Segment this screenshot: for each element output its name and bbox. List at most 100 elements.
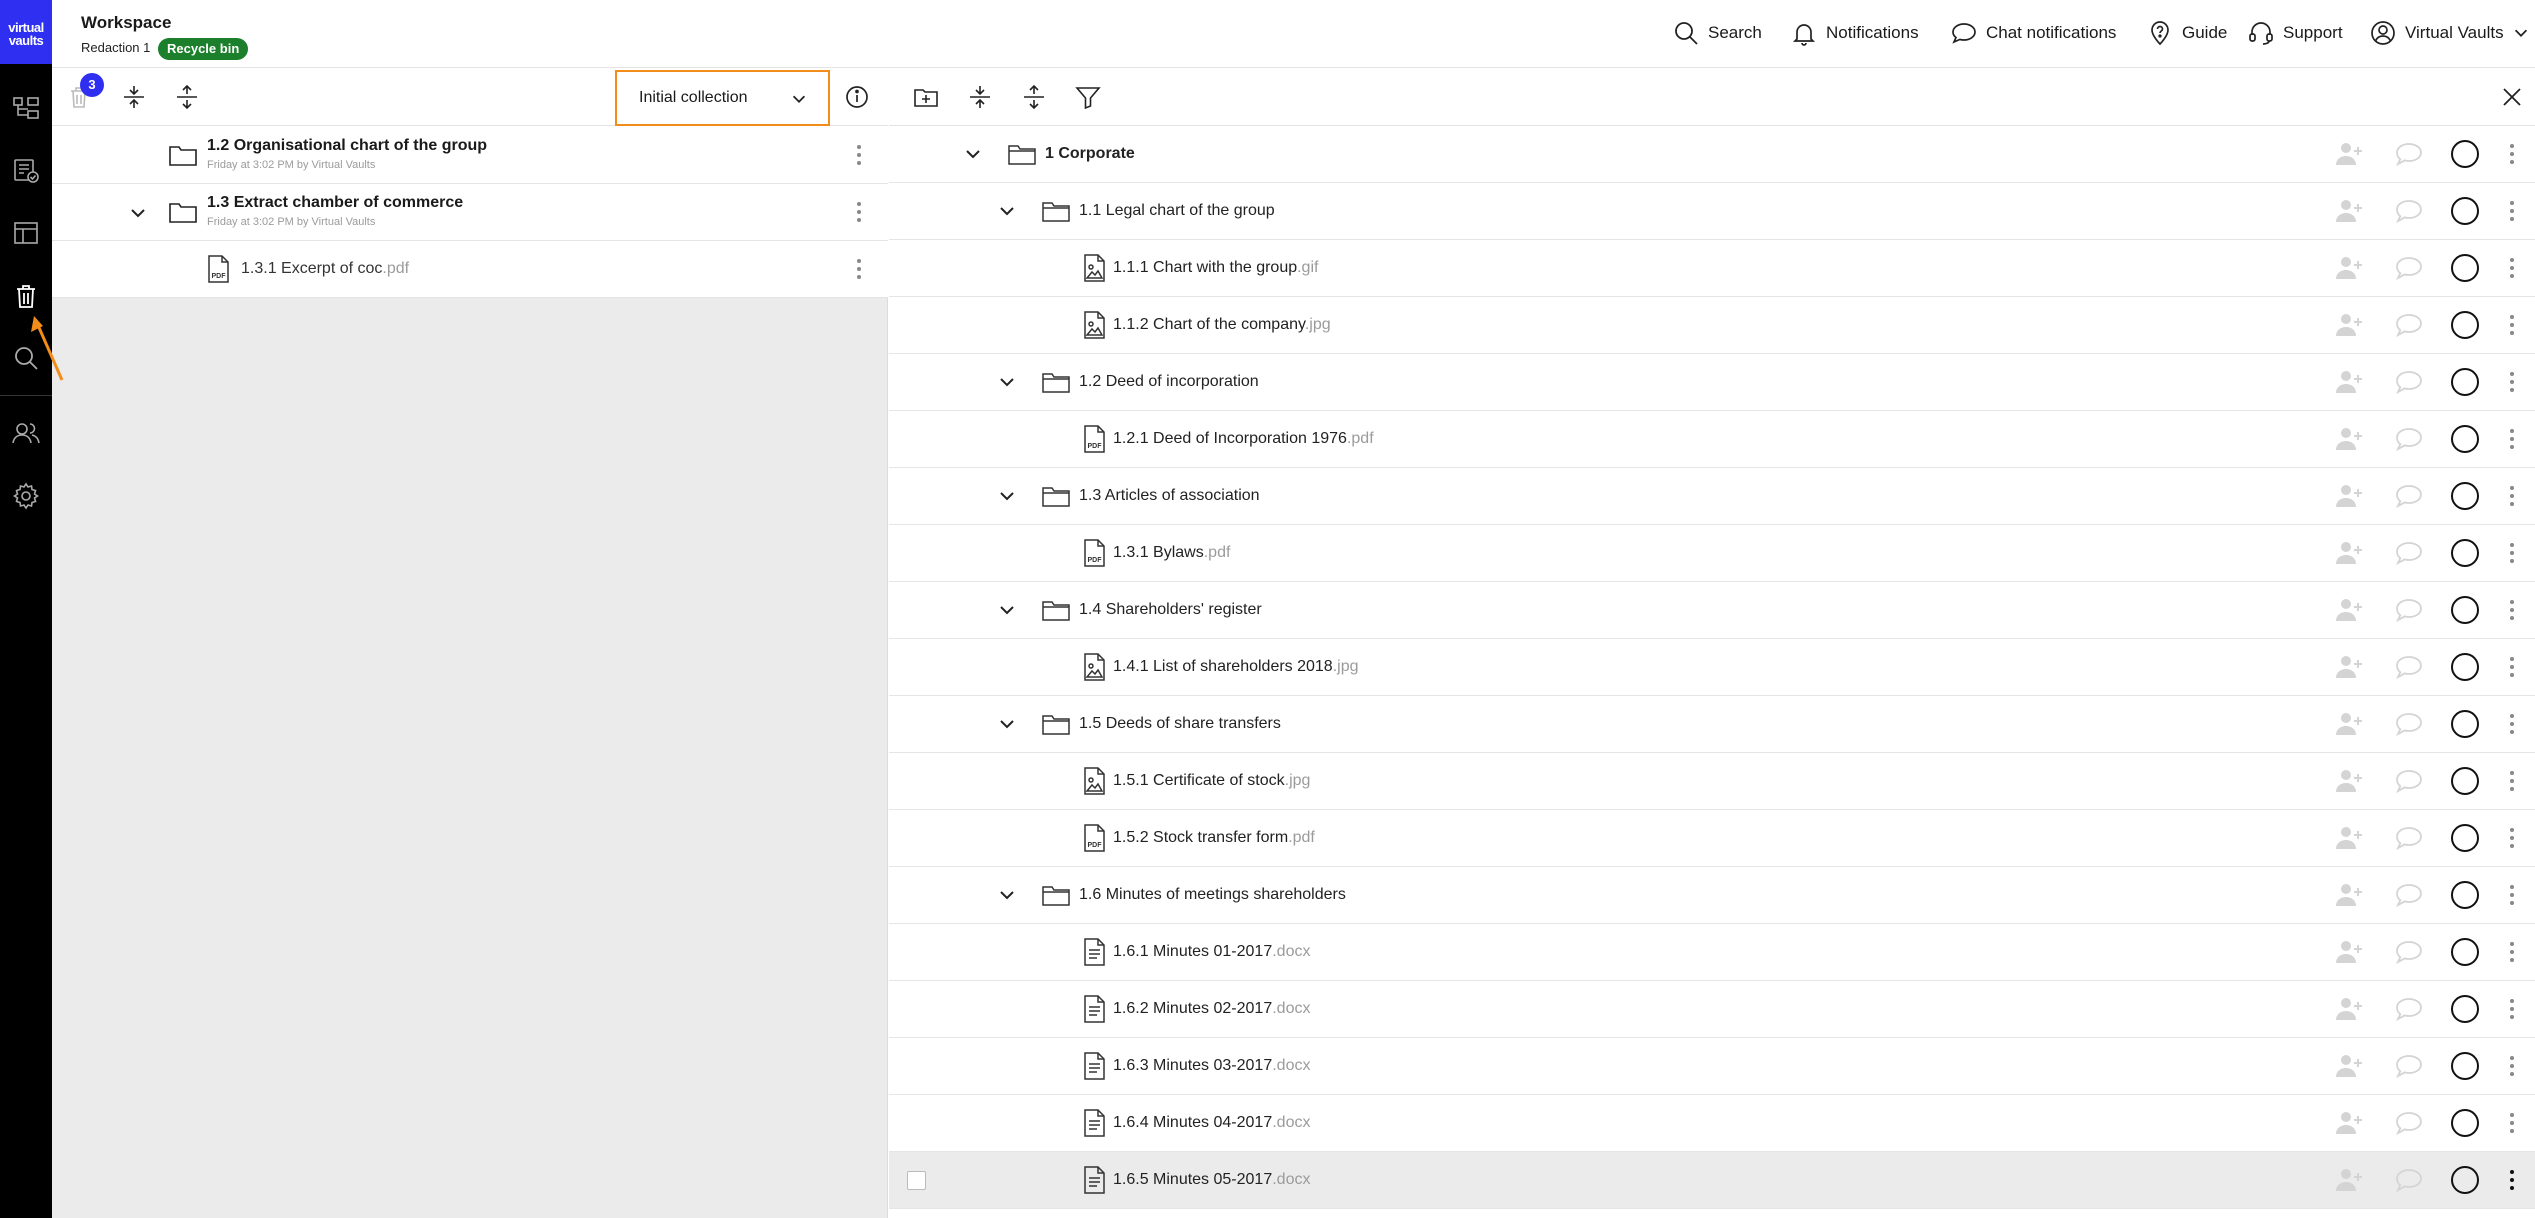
comment-icon[interactable] — [2394, 1167, 2424, 1193]
expand-all-button[interactable] — [1017, 80, 1051, 114]
assign-user-icon[interactable] — [2333, 767, 2365, 795]
assign-user-icon[interactable] — [2333, 653, 2365, 681]
assign-user-icon[interactable] — [2333, 425, 2365, 453]
rail-layout-button[interactable] — [0, 211, 52, 255]
more-options-icon[interactable] — [2507, 598, 2517, 622]
more-options-icon[interactable] — [2507, 655, 2517, 679]
chevron-down-icon[interactable] — [996, 371, 1018, 393]
assign-user-icon[interactable] — [2333, 368, 2365, 396]
assign-user-icon[interactable] — [2333, 254, 2365, 282]
comment-icon[interactable] — [2394, 768, 2424, 794]
status-toggle[interactable] — [2451, 1109, 2479, 1137]
collapse-all-button[interactable] — [117, 80, 151, 114]
status-toggle[interactable] — [2451, 425, 2479, 453]
chevron-down-icon[interactable] — [996, 713, 1018, 735]
comment-icon[interactable] — [2394, 426, 2424, 452]
status-toggle[interactable] — [2451, 767, 2479, 795]
comment-icon[interactable] — [2394, 996, 2424, 1022]
comment-icon[interactable] — [2394, 939, 2424, 965]
comment-icon[interactable] — [2394, 369, 2424, 395]
more-options-icon[interactable] — [2507, 199, 2517, 223]
assign-user-icon[interactable] — [2333, 596, 2365, 624]
more-options-icon[interactable] — [854, 257, 864, 281]
app-logo[interactable]: virtual vaults — [0, 0, 52, 64]
chat-notifications-link[interactable]: Chat notifications — [1950, 17, 2116, 49]
chevron-down-icon[interactable] — [996, 599, 1018, 621]
row-checkbox[interactable] — [907, 1171, 926, 1190]
status-toggle[interactable] — [2451, 881, 2479, 909]
rail-users-button[interactable] — [0, 411, 52, 455]
rail-settings-button[interactable] — [0, 474, 52, 518]
close-button[interactable] — [2495, 80, 2529, 114]
comment-icon[interactable] — [2394, 882, 2424, 908]
comment-icon[interactable] — [2394, 654, 2424, 680]
more-options-icon[interactable] — [2507, 484, 2517, 508]
search-link[interactable]: Search — [1672, 17, 1762, 49]
support-link[interactable]: Support — [2247, 17, 2343, 49]
account-menu[interactable]: Virtual Vaults — [2369, 17, 2530, 49]
tree-file-row[interactable]: 1.1.1 Chart with the group.gif — [889, 240, 2535, 297]
status-toggle[interactable] — [2451, 197, 2479, 225]
tree-file-row[interactable]: 1.6.1 Minutes 01-2017.docx — [889, 924, 2535, 981]
chevron-down-icon[interactable] — [996, 200, 1018, 222]
tree-file-row[interactable]: PDF 1.2.1 Deed of Incorporation 1976.pdf — [889, 411, 2535, 468]
assign-user-icon[interactable] — [2333, 995, 2365, 1023]
expand-all-button[interactable] — [170, 80, 204, 114]
status-toggle[interactable] — [2451, 539, 2479, 567]
tree-folder-row[interactable]: 1.3 Articles of association — [889, 468, 2535, 525]
info-button[interactable] — [840, 80, 874, 114]
status-toggle[interactable] — [2451, 596, 2479, 624]
collection-select[interactable]: Initial collection — [615, 70, 830, 126]
tree-file-row[interactable]: 1.5.1 Certificate of stock.jpg — [889, 753, 2535, 810]
rail-tree-button[interactable] — [0, 86, 52, 130]
status-toggle[interactable] — [2451, 140, 2479, 168]
more-options-icon[interactable] — [2507, 883, 2517, 907]
tree-file-row[interactable]: PDF 1.5.2 Stock transfer form.pdf — [889, 810, 2535, 867]
assign-user-icon[interactable] — [2333, 197, 2365, 225]
status-toggle[interactable] — [2451, 311, 2479, 339]
chevron-down-icon[interactable] — [127, 202, 149, 224]
tree-file-row[interactable]: 1.1.2 Chart of the company.jpg — [889, 297, 2535, 354]
assign-user-icon[interactable] — [2333, 1052, 2365, 1080]
comment-icon[interactable] — [2394, 825, 2424, 851]
more-options-icon[interactable] — [854, 143, 864, 167]
tree-file-row[interactable]: 1.6.2 Minutes 02-2017.docx — [889, 981, 2535, 1038]
comment-icon[interactable] — [2394, 312, 2424, 338]
assign-user-icon[interactable] — [2333, 710, 2365, 738]
assign-user-icon[interactable] — [2333, 539, 2365, 567]
assign-user-icon[interactable] — [2333, 140, 2365, 168]
comment-icon[interactable] — [2394, 597, 2424, 623]
more-options-icon[interactable] — [2507, 997, 2517, 1021]
tree-file-row[interactable]: 1.6.3 Minutes 03-2017.docx — [889, 1038, 2535, 1095]
more-options-icon[interactable] — [2507, 826, 2517, 850]
comment-icon[interactable] — [2394, 255, 2424, 281]
more-options-icon[interactable] — [2507, 370, 2517, 394]
more-options-icon[interactable] — [2507, 712, 2517, 736]
comment-icon[interactable] — [2394, 141, 2424, 167]
tree-folder-row[interactable]: 1.6 Minutes of meetings shareholders — [889, 867, 2535, 924]
rail-search-button[interactable] — [0, 336, 52, 380]
more-options-icon[interactable] — [2507, 256, 2517, 280]
comment-icon[interactable] — [2394, 1053, 2424, 1079]
bin-row[interactable]: PDF 1.3.1 Excerpt of coc.pdf — [52, 241, 888, 298]
comment-icon[interactable] — [2394, 483, 2424, 509]
status-toggle[interactable] — [2451, 1052, 2479, 1080]
more-options-icon[interactable] — [2507, 427, 2517, 451]
rail-recycle-bin-button[interactable] — [0, 274, 52, 318]
status-toggle[interactable] — [2451, 254, 2479, 282]
tree-file-row[interactable]: 1.6.4 Minutes 04-2017.docx — [889, 1095, 2535, 1152]
status-toggle[interactable] — [2451, 368, 2479, 396]
tree-folder-row[interactable]: 1.2 Deed of incorporation — [889, 354, 2535, 411]
bin-row[interactable]: 1.3 Extract chamber of commerce Friday a… — [52, 184, 888, 241]
more-options-icon[interactable] — [854, 200, 864, 224]
more-options-icon[interactable] — [2507, 1054, 2517, 1078]
chevron-down-icon[interactable] — [996, 485, 1018, 507]
more-options-icon[interactable] — [2507, 313, 2517, 337]
comment-icon[interactable] — [2394, 711, 2424, 737]
tree-file-row[interactable]: 1.4.1 List of shareholders 2018.jpg — [889, 639, 2535, 696]
status-toggle[interactable] — [2451, 824, 2479, 852]
more-options-icon[interactable] — [2507, 541, 2517, 565]
tree-file-row[interactable]: 1.6.5 Minutes 05-2017.docx — [889, 1152, 2535, 1209]
assign-user-icon[interactable] — [2333, 881, 2365, 909]
tree-folder-row[interactable]: 1.4 Shareholders' register — [889, 582, 2535, 639]
